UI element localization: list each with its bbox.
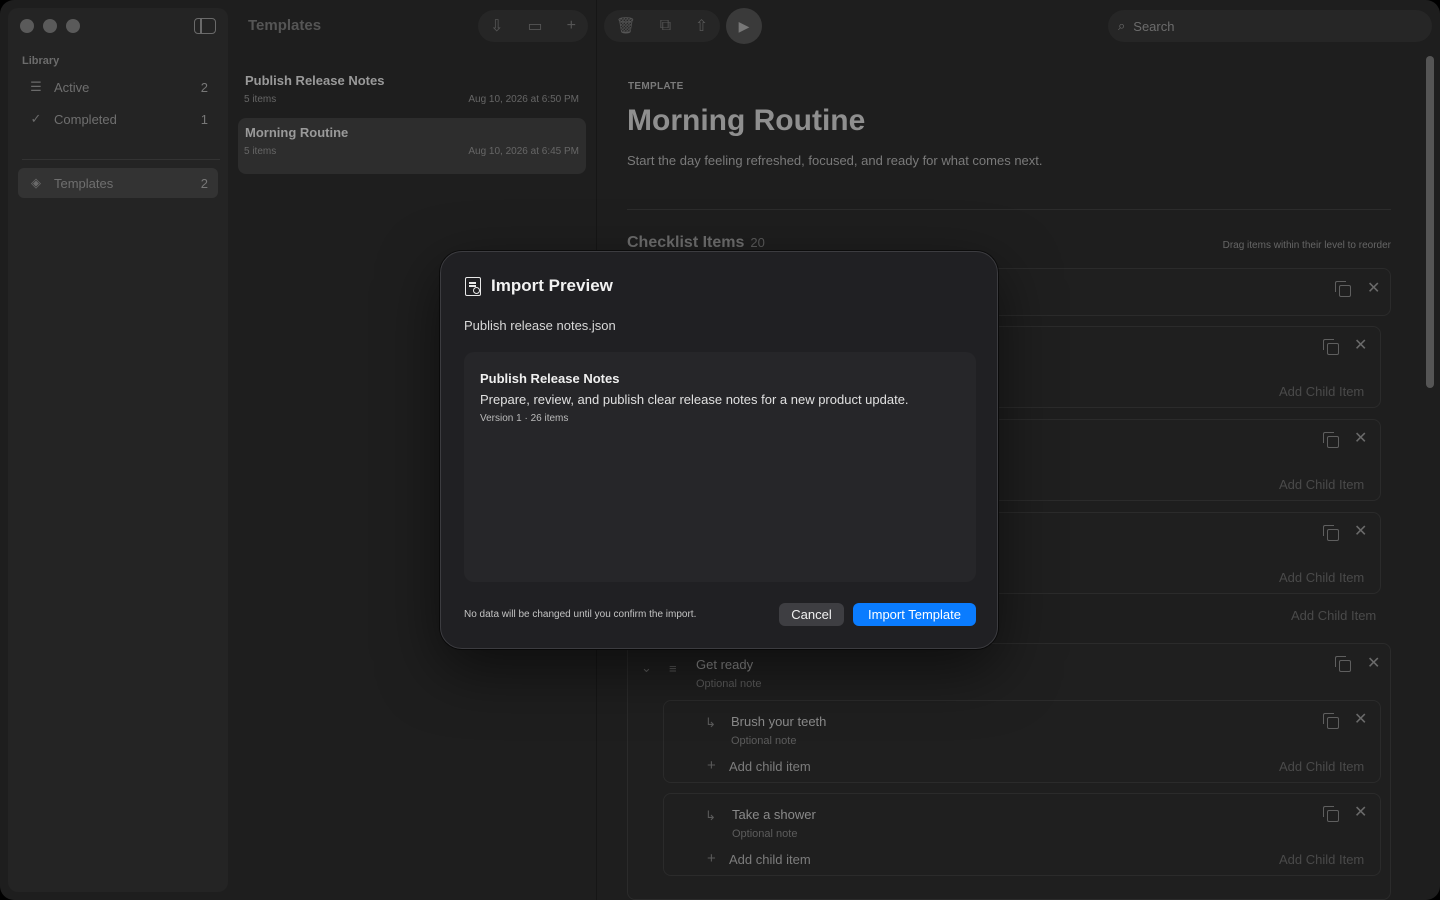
add-child-item-button[interactable]: Add Child Item — [1291, 608, 1376, 623]
item-title[interactable]: Get ready — [696, 657, 753, 672]
item-title[interactable]: Brush your teeth — [731, 714, 826, 729]
sidebar: Library ☰ Active 2 ✓ Completed 1 ◈ Templ… — [8, 8, 228, 892]
close-icon[interactable]: ✕ — [1354, 805, 1367, 821]
plus-icon[interactable]: + — [707, 757, 716, 774]
preview-template-description: Prepare, review, and publish clear relea… — [480, 392, 909, 407]
preview-template-meta: Version 1 · 26 items — [480, 413, 569, 424]
duplicate-icon[interactable] — [1323, 432, 1339, 448]
minimize-window-button[interactable] — [43, 19, 57, 33]
layers-icon: ◈ — [31, 175, 41, 190]
sidebar-item-templates[interactable]: ◈ Templates 2 — [18, 168, 218, 198]
close-window-button[interactable] — [20, 19, 34, 33]
detail-toolbar: 🗑 ⧉ ⇧ — [604, 10, 720, 42]
sidebar-item-count: 2 — [200, 79, 208, 95]
sidebar-item-label: Completed — [54, 111, 117, 127]
item-note[interactable]: Optional note — [732, 828, 797, 840]
sidebar-item-label: Active — [54, 79, 90, 95]
add-child-item-button[interactable]: Add Child Item — [1279, 570, 1364, 585]
close-icon[interactable]: ✕ — [1367, 656, 1380, 672]
section-count: 20 — [750, 235, 765, 250]
list-title: Templates — [248, 17, 322, 34]
import-template-button[interactable]: Import Template — [853, 603, 976, 626]
add-child-item-button[interactable]: Add Child Item — [1279, 384, 1364, 399]
search-placeholder: Search — [1133, 18, 1175, 34]
share-icon[interactable]: ⇧ — [695, 16, 708, 36]
document-search-icon — [465, 277, 481, 296]
library-section-label: Library — [22, 55, 60, 67]
template-item-count: 5 items — [244, 94, 277, 105]
trash-icon[interactable]: 🗑 — [616, 16, 636, 36]
list-toolbar: ⇩ ▭ + — [478, 10, 588, 42]
close-icon[interactable]: ✕ — [1354, 338, 1367, 354]
sidebar-item-active[interactable]: ☰ Active 2 — [18, 72, 218, 102]
detail-title[interactable]: Morning Routine — [627, 104, 865, 138]
add-child-item-button[interactable]: Add Child Item — [1279, 477, 1364, 492]
dialog-title: Import Preview — [491, 276, 613, 295]
template-name: Publish Release Notes — [245, 73, 385, 88]
section-title: Checklist Items — [627, 234, 745, 251]
detail-description[interactable]: Start the day feeling refreshed, focused… — [627, 153, 1043, 168]
chevron-down-icon[interactable]: ⌄ — [641, 660, 652, 676]
section-header: Checklist Items 20 — [627, 234, 765, 252]
sidebar-divider — [22, 159, 220, 160]
add-icon[interactable]: + — [567, 17, 576, 35]
add-child-item-link[interactable]: Add child item — [729, 759, 811, 774]
close-icon[interactable]: ✕ — [1367, 281, 1380, 297]
search-field[interactable]: ⌕ Search — [1108, 10, 1432, 42]
play-icon: ▶ — [738, 18, 750, 34]
item-title[interactable]: Take a shower — [732, 807, 816, 822]
preview-template-name: Publish Release Notes — [480, 371, 620, 386]
import-preview-dialog: Import Preview Publish release notes.jso… — [440, 251, 998, 649]
close-icon[interactable]: ✕ — [1354, 431, 1367, 447]
child-arrow-icon: ↳ — [705, 715, 716, 730]
zoom-window-button[interactable] — [66, 19, 80, 33]
duplicate-icon[interactable] — [1323, 806, 1339, 822]
add-child-item-button[interactable]: Add Child Item — [1279, 759, 1364, 774]
duplicate-icon[interactable] — [1323, 713, 1339, 729]
item-note[interactable]: Optional note — [731, 735, 796, 747]
sidebar-item-completed[interactable]: ✓ Completed 1 — [18, 104, 218, 134]
import-filename: Publish release notes.json — [464, 318, 616, 333]
detail-divider — [627, 209, 1391, 210]
dialog-note: No data will be changed until you confir… — [464, 609, 697, 620]
sidebar-item-label: Templates — [54, 175, 114, 191]
duplicate-icon[interactable]: ⧉ — [660, 17, 671, 35]
sidebar-toggle-icon[interactable] — [194, 18, 216, 34]
item-note[interactable]: Optional note — [696, 678, 761, 690]
template-date: Aug 10, 2026 at 6:45 PM — [468, 146, 579, 157]
sidebar-item-count: 1 — [200, 111, 208, 127]
search-icon: ⌕ — [1118, 18, 1126, 33]
close-icon[interactable]: ✕ — [1354, 712, 1367, 728]
sidebar-item-count: 2 — [200, 175, 208, 191]
template-list-item[interactable]: Publish Release Notes 5 items Aug 10, 20… — [238, 66, 586, 122]
template-list-item[interactable]: Morning Routine 5 items Aug 10, 2026 at … — [238, 118, 586, 174]
check-circle-icon: ✓ — [30, 111, 42, 126]
checklist-child-card: ↳ Brush your teeth Optional note + Add c… — [663, 700, 1381, 783]
checklist-child-card: ↳ Take a shower Optional note + Add chil… — [663, 793, 1381, 876]
start-button[interactable]: ▶ — [726, 8, 762, 44]
child-arrow-icon: ↳ — [705, 808, 716, 823]
duplicate-icon[interactable] — [1335, 281, 1351, 297]
duplicate-icon[interactable] — [1323, 339, 1339, 355]
plus-icon[interactable]: + — [707, 850, 716, 867]
close-icon[interactable]: ✕ — [1354, 524, 1367, 540]
add-child-item-link[interactable]: Add child item — [729, 852, 811, 867]
duplicate-icon[interactable] — [1335, 656, 1351, 672]
detail-kicker: TEMPLATE — [628, 81, 684, 92]
import-icon[interactable]: ⇩ — [490, 16, 503, 36]
app-window: Library ☰ Active 2 ✓ Completed 1 ◈ Templ… — [0, 0, 1440, 900]
list-icon: ☰ — [30, 79, 42, 94]
duplicate-icon[interactable] — [1323, 525, 1339, 541]
template-date: Aug 10, 2026 at 6:50 PM — [468, 94, 579, 105]
archive-icon[interactable]: ▭ — [527, 16, 542, 36]
reorder-hint: Drag items within their level to reorder — [1222, 240, 1391, 251]
add-child-item-button[interactable]: Add Child Item — [1279, 852, 1364, 867]
template-name: Morning Routine — [245, 125, 349, 140]
cancel-button[interactable]: Cancel — [779, 603, 844, 626]
window-controls — [20, 19, 80, 33]
template-preview: Publish Release Notes Prepare, review, a… — [464, 352, 976, 582]
template-item-count: 5 items — [244, 146, 277, 157]
drag-handle-icon[interactable]: ≡ — [669, 661, 677, 676]
scrollbar[interactable] — [1426, 56, 1434, 388]
